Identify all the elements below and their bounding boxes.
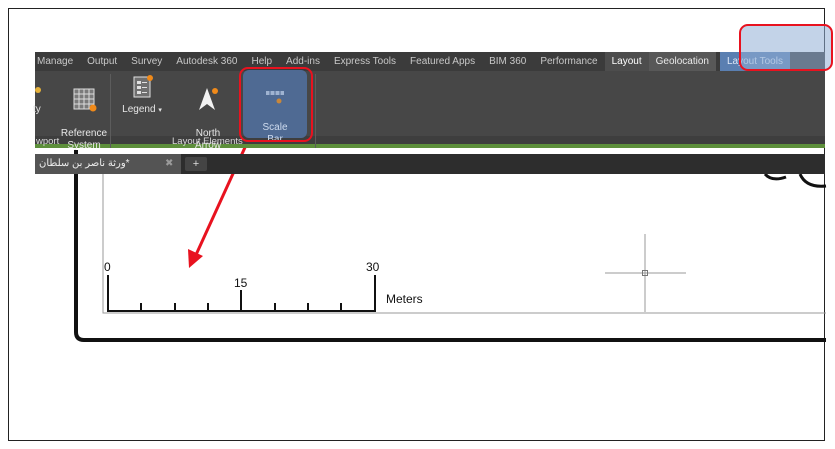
reference-system-label: Reference System [60, 128, 108, 151]
chevron-down-icon: ▾ [158, 107, 162, 114]
partial-tool-icon [35, 87, 41, 93]
layout-tools-highlight [739, 24, 833, 71]
scale-label-end: 30 [366, 260, 380, 274]
legend-button[interactable]: Legend ▾ [120, 74, 164, 117]
close-icon[interactable]: ✖ [165, 154, 173, 174]
tab-performance[interactable]: Performance [533, 52, 604, 71]
tab-layout[interactable]: Layout [604, 52, 649, 71]
scale-units-label: Meters [386, 292, 423, 306]
tab-survey[interactable]: Survey [124, 52, 169, 71]
legend-label: Legend [122, 104, 156, 115]
legend-icon [133, 75, 153, 98]
document-tab-bar: *ورثة ناصر بن سلطان ✖ + [35, 154, 825, 174]
tab-output[interactable]: Output [80, 52, 124, 71]
ribbon-group-bar [35, 136, 825, 148]
tab-geolocation[interactable]: Geolocation [648, 52, 716, 71]
tab-bim-360[interactable]: BIM 360 [482, 52, 533, 71]
document-tab[interactable]: *ورثة ناصر بن سلطان [35, 154, 181, 174]
tab-featured-apps[interactable]: Featured Apps [403, 52, 482, 71]
partial-tool-label: ty [33, 104, 41, 115]
reference-system-button[interactable]: Reference System [58, 74, 110, 152]
tab-autodesk-360[interactable]: Autodesk 360 [169, 52, 244, 71]
ribbon-tab-bar: Manage Output Survey Autodesk 360 Help A… [35, 52, 825, 71]
group-separator [315, 74, 316, 148]
north-arrow-button[interactable]: North Arrow [185, 74, 231, 152]
scale-bar-highlight [239, 67, 313, 142]
viewport-border [102, 174, 826, 314]
drawing-fragment [763, 172, 827, 188]
new-tab-button[interactable]: + [185, 157, 207, 171]
north-arrow-icon [199, 88, 218, 110]
tab-manage[interactable]: Manage [35, 52, 80, 71]
group-label-viewport: wport [36, 136, 60, 147]
scale-label-mid: 15 [234, 276, 248, 290]
document-tab-title: *ورثة ناصر بن سلطان [39, 158, 130, 169]
crosshair-cursor [605, 234, 686, 312]
north-arrow-label: North Arrow [194, 128, 222, 151]
scale-label-start: 0 [104, 260, 111, 274]
group-separator [110, 74, 111, 148]
tab-express-tools[interactable]: Express Tools [327, 52, 403, 71]
grid-icon [73, 88, 97, 112]
